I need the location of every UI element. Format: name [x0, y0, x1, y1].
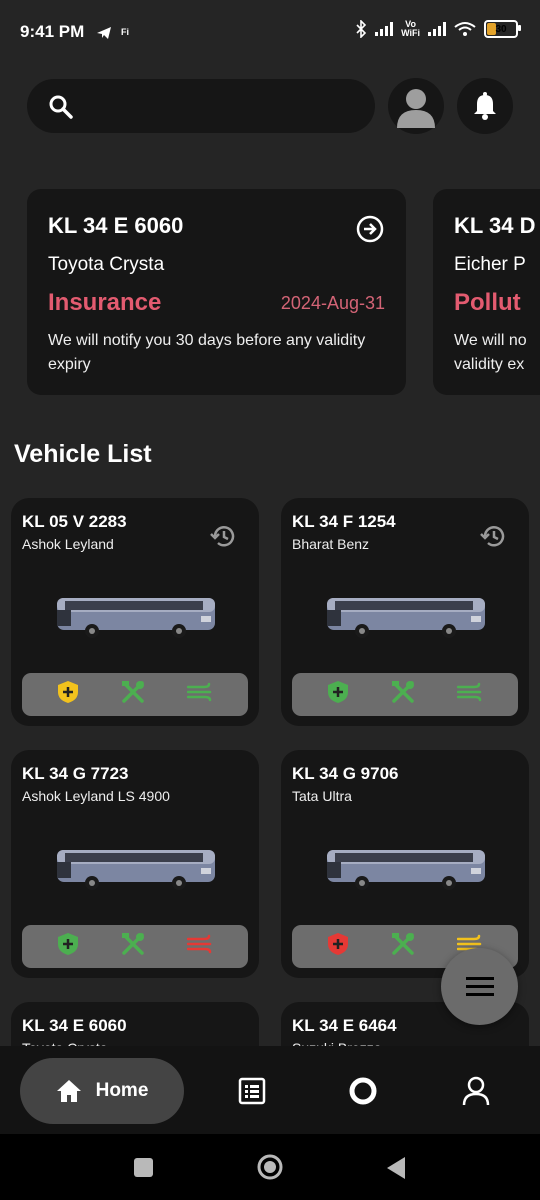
carrier-badge: Fi	[121, 27, 129, 37]
reminder-message: We will no validity ex	[454, 332, 527, 373]
battery-level: 30	[495, 23, 507, 35]
reminder-card[interactable]: KL 34 D Eicher P Pollut We will no valid…	[433, 189, 540, 395]
service-tools-icon	[392, 681, 414, 703]
insurance-shield-icon	[328, 933, 348, 955]
telegram-icon	[97, 27, 111, 39]
service-status[interactable]	[391, 680, 415, 709]
vehicle-card[interactable]: KL 34 G 9706 Tata Ultra	[281, 750, 529, 978]
service-status[interactable]	[391, 932, 415, 961]
service-tools-icon	[122, 933, 144, 955]
profile-button[interactable]	[388, 78, 444, 134]
home-system-button[interactable]	[256, 1153, 284, 1181]
service-status[interactable]	[121, 932, 145, 961]
vehicle-plate: KL 34 E 6464	[292, 1016, 397, 1035]
bus-image	[327, 598, 485, 638]
arrow-right-circle-icon[interactable]	[356, 215, 384, 243]
vehicle-image	[55, 592, 217, 645]
insurance-status[interactable]	[327, 932, 349, 961]
reminder-model: Eicher P	[454, 254, 526, 275]
notifications-button[interactable]	[457, 78, 513, 134]
pollution-wind-icon	[456, 682, 482, 702]
nav-home[interactable]: Home	[20, 1058, 184, 1124]
history-button[interactable]	[479, 524, 505, 553]
search-input[interactable]	[27, 79, 375, 133]
vehicle-image	[55, 844, 217, 897]
menu-icon	[465, 976, 494, 996]
signal-2-icon	[428, 22, 446, 36]
vehicle-status-bar	[292, 673, 518, 716]
reminder-type: Insurance	[48, 289, 162, 316]
bluetooth-icon	[356, 20, 367, 38]
nav-list[interactable]	[238, 1077, 266, 1110]
bell-icon	[474, 92, 496, 120]
reminder-model: Toyota Crysta	[48, 254, 165, 275]
vehicle-card[interactable]: KL 34 E 6060Toyota Crysta	[11, 1002, 259, 1046]
system-navigation-bar	[0, 1134, 540, 1200]
history-icon[interactable]	[479, 524, 505, 548]
section-title: Vehicle List	[14, 440, 152, 468]
vehicle-plate: KL 34 G 7723	[22, 764, 129, 783]
insurance-status[interactable]	[57, 680, 79, 709]
insurance-shield-icon	[58, 681, 78, 703]
bus-image	[327, 850, 485, 890]
list-icon	[238, 1077, 266, 1105]
home-icon	[56, 1080, 81, 1102]
vehicle-status-bar	[22, 673, 248, 716]
vehicle-plate: KL 05 V 2283	[22, 512, 127, 531]
vehicle-card[interactable]: KL 34 G 7723 Ashok Leyland LS 4900	[11, 750, 259, 978]
status-time: 9:41 PM	[20, 22, 85, 41]
insurance-shield-icon	[58, 933, 78, 955]
vehicle-model: Ashok Leyland LS 4900	[22, 788, 170, 804]
vehicle-plate: KL 34 E 6060	[22, 1016, 127, 1035]
reminder-message: We will notify you 30 days before any va…	[48, 332, 366, 373]
pollution-status[interactable]	[186, 934, 213, 959]
nav-profile[interactable]	[462, 1076, 490, 1111]
avatar-icon	[397, 89, 435, 128]
insurance-status[interactable]	[327, 680, 349, 709]
service-tools-icon	[122, 681, 144, 703]
reminder-plate: KL 34 E 6060	[48, 213, 184, 238]
user-icon	[462, 1076, 490, 1106]
service-status[interactable]	[121, 680, 145, 709]
circle-icon	[349, 1077, 377, 1105]
pollution-wind-icon	[186, 682, 212, 702]
vehicle-model: Ashok Leyland	[22, 536, 114, 552]
vehicle-card[interactable]: KL 34 F 1254 Bharat Benz	[281, 498, 529, 726]
service-tools-icon	[392, 933, 414, 955]
vowifi-icon: Vo WiFi	[401, 20, 420, 38]
insurance-shield-icon	[328, 681, 348, 703]
reminder-plate: KL 34 D	[454, 213, 536, 238]
reminder-type: Pollut	[454, 289, 521, 316]
status-icons: Vo WiFi 30	[355, 20, 521, 38]
status-bar: 9:41 PM Fi Vo WiFi 30	[0, 0, 540, 64]
vehicle-model: Bharat Benz	[292, 536, 370, 552]
vehicle-model: Tata Ultra	[292, 788, 352, 804]
signal-1-icon	[375, 22, 394, 36]
wifi-label: WiFi	[401, 28, 420, 38]
vehicle-card[interactable]: KL 05 V 2283 Ashok Leyland	[11, 498, 259, 726]
pollution-status[interactable]	[456, 682, 483, 707]
battery-icon: 30	[484, 20, 521, 38]
back-button[interactable]	[385, 1156, 407, 1180]
bus-image	[57, 850, 215, 890]
pollution-status[interactable]	[186, 682, 213, 707]
vehicle-plate: KL 34 G 9706	[292, 764, 399, 783]
reminder-card[interactable]: KL 34 E 6060 Toyota Crysta Insurance 202…	[27, 189, 406, 395]
vehicle-status-bar	[22, 925, 248, 968]
bus-image	[57, 598, 215, 638]
insurance-status[interactable]	[57, 932, 79, 961]
menu-fab[interactable]	[441, 948, 518, 1025]
search-icon	[49, 95, 73, 119]
history-icon[interactable]	[209, 524, 235, 548]
vehicle-plate: KL 34 F 1254	[292, 512, 396, 531]
vehicle-image	[325, 592, 487, 645]
history-button[interactable]	[209, 524, 235, 553]
reminder-date: 2024-Aug-31	[280, 292, 385, 313]
nav-home-label: Home	[95, 1080, 149, 1101]
vehicle-image	[325, 844, 487, 897]
wifi-icon	[454, 22, 476, 36]
pollution-wind-icon	[186, 934, 212, 954]
recents-button[interactable]	[134, 1158, 153, 1177]
nav-circle[interactable]	[348, 1076, 378, 1111]
